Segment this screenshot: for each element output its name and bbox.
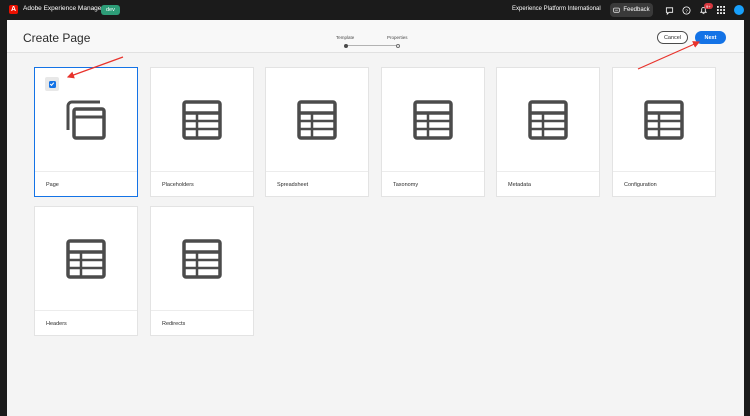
template-card-configuration[interactable]: Configuration	[612, 67, 716, 197]
next-button[interactable]: Next	[695, 31, 726, 44]
avatar[interactable]	[734, 5, 744, 15]
template-thumbnail[interactable]	[35, 207, 137, 310]
table-icon	[297, 99, 337, 140]
help-icon[interactable]: ?	[681, 5, 691, 15]
template-card-placeholders[interactable]: Placeholders	[150, 67, 254, 197]
template-label: Metadata	[508, 182, 531, 188]
template-label-area: Placeholders	[151, 171, 253, 198]
table-icon	[66, 238, 106, 279]
template-thumbnail[interactable]	[151, 68, 253, 171]
template-label: Placeholders	[162, 182, 194, 188]
table-icon	[182, 99, 222, 140]
feedback-button[interactable]: Feedback	[610, 3, 653, 17]
template-label: Headers	[46, 321, 67, 327]
wizard-steps: Template Properties	[336, 35, 417, 51]
step-properties-dot[interactable]	[396, 43, 400, 48]
template-label: Configuration	[624, 182, 657, 188]
template-card-spreadsheet[interactable]: Spreadsheet	[265, 67, 369, 197]
app-title[interactable]: Adobe Experience Manager	[23, 5, 104, 12]
table-icon	[413, 99, 453, 140]
page-stack-icon	[66, 100, 106, 140]
feedback-icon	[613, 7, 620, 13]
table-icon	[182, 238, 222, 279]
template-label: Redirects	[162, 321, 186, 327]
template-label: Spreadsheet	[277, 182, 309, 188]
template-checkbox[interactable]	[45, 77, 59, 91]
notification-badge: 9+	[704, 3, 713, 9]
left-border	[0, 20, 7, 416]
step-connector	[346, 45, 398, 46]
template-card-headers[interactable]: Headers	[34, 206, 138, 336]
template-label-area: Metadata	[497, 171, 599, 198]
right-border	[744, 20, 750, 416]
template-label-area: Redirects	[151, 310, 253, 337]
template-card-metadata[interactable]: Metadata	[496, 67, 600, 197]
adobe-logo-icon[interactable]: A	[9, 5, 18, 14]
template-label-area: Configuration	[613, 171, 715, 198]
template-thumbnail[interactable]	[382, 68, 484, 171]
template-thumbnail[interactable]	[266, 68, 368, 171]
template-label-area: Spreadsheet	[266, 171, 368, 198]
page-title: Create Page	[23, 31, 91, 45]
step-properties-label[interactable]: Properties	[387, 35, 408, 40]
table-icon	[528, 99, 568, 140]
table-icon	[644, 99, 684, 140]
env-badge: dev	[101, 5, 120, 15]
top-bar: A Adobe Experience Manager dev Experienc…	[0, 0, 750, 20]
cancel-button[interactable]: Cancel	[657, 31, 688, 44]
template-label-area: Taxonomy	[382, 171, 484, 198]
template-label-area: Headers	[35, 310, 137, 337]
step-template-label[interactable]: Template	[336, 35, 354, 40]
org-switcher[interactable]: Experience Platform International	[512, 6, 601, 12]
step-template-dot[interactable]	[344, 43, 348, 48]
template-label-area: Page	[35, 171, 137, 198]
template-label: Taxonomy	[393, 182, 419, 188]
template-thumbnail[interactable]	[151, 207, 253, 310]
template-thumbnail[interactable]	[613, 68, 715, 171]
svg-text:?: ?	[685, 8, 688, 14]
app-grid-icon[interactable]	[716, 5, 726, 15]
template-card-taxonomy[interactable]: Taxonomy	[381, 67, 485, 197]
template-thumbnail[interactable]	[497, 68, 599, 171]
wizard-header: Create Page Template Properties Cancel N…	[7, 20, 744, 53]
template-label: Page	[46, 182, 59, 188]
template-card-page[interactable]: Page	[34, 67, 138, 197]
template-card-redirects[interactable]: Redirects	[150, 206, 254, 336]
chat-icon[interactable]	[664, 5, 674, 15]
feedback-label: Feedback	[623, 7, 650, 13]
checkmark-icon	[48, 80, 56, 88]
